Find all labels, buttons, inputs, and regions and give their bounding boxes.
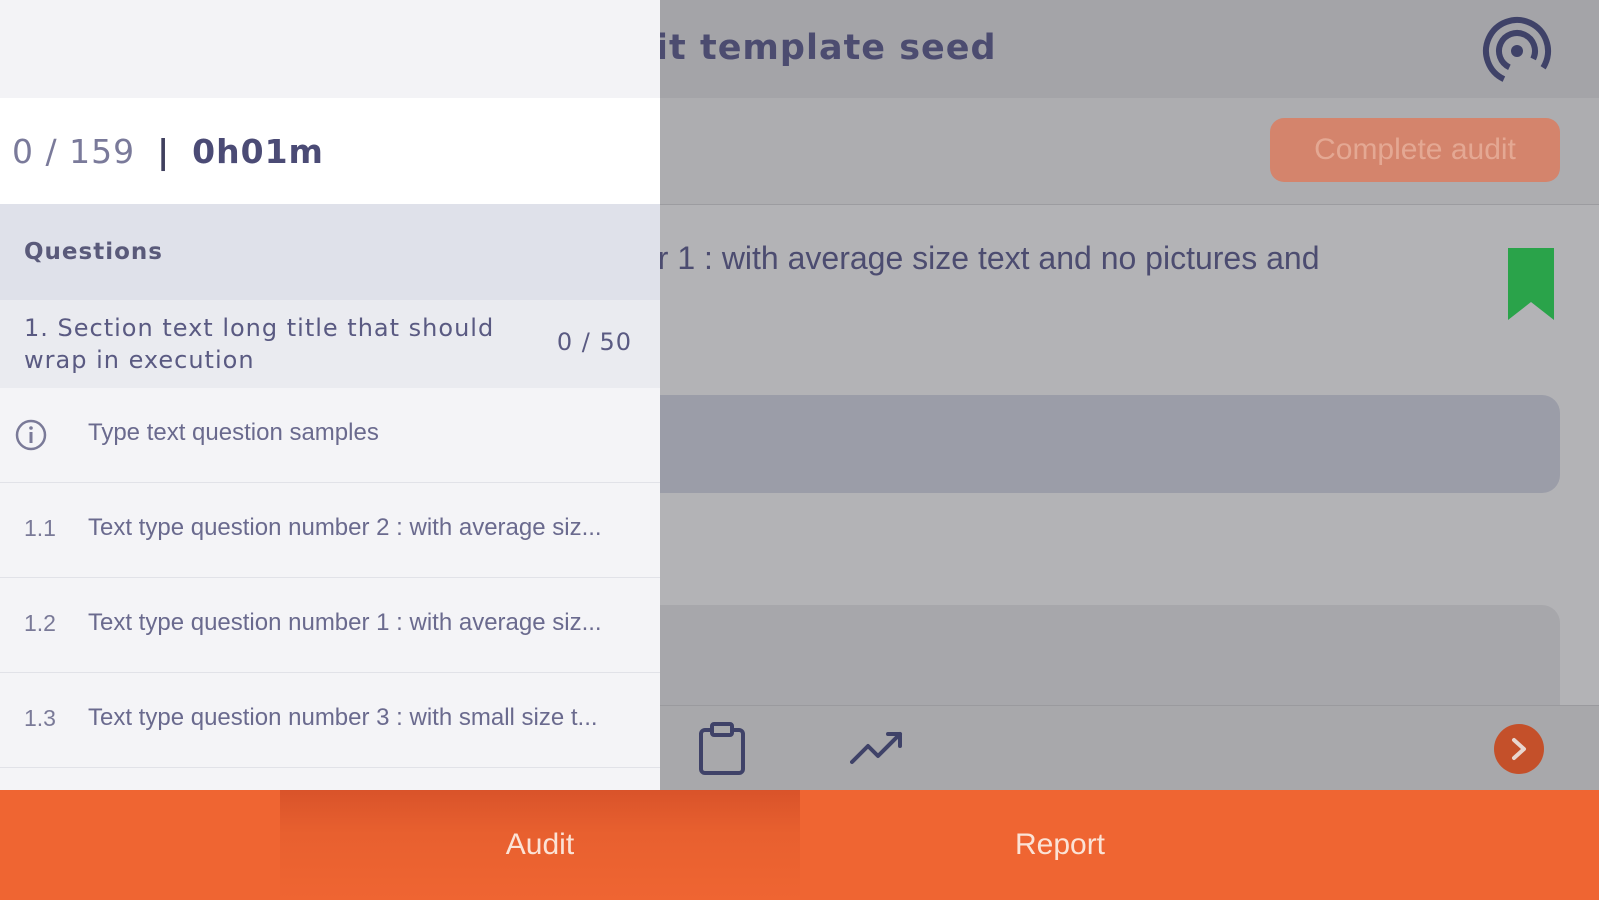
list-item-number: 1.2 bbox=[24, 610, 56, 636]
drawer-header bbox=[0, 0, 660, 98]
questions-header-label: Questions bbox=[24, 239, 163, 265]
list-item-number: 1.1 bbox=[24, 515, 56, 541]
separator: | bbox=[157, 131, 171, 171]
tab-audit[interactable]: Audit bbox=[280, 790, 800, 900]
section-item[interactable]: 1. Section text long title that should w… bbox=[0, 300, 660, 388]
list-item-number: 1.3 bbox=[24, 705, 56, 731]
info-icon bbox=[15, 419, 47, 451]
bottom-tab-bar: Audit Report bbox=[0, 790, 1599, 900]
trending-up-icon[interactable] bbox=[850, 728, 906, 768]
tab-report[interactable]: Report bbox=[800, 790, 1320, 900]
complete-audit-button[interactable]: Complete audit bbox=[1270, 118, 1560, 182]
chevron-right-icon bbox=[1512, 738, 1526, 760]
page-title: dit template seed bbox=[630, 28, 997, 68]
list-item-text: Text type question number 2 : with avera… bbox=[88, 514, 602, 541]
list-item[interactable]: Type text question samples bbox=[0, 388, 660, 483]
answered-count: 0 / 159 bbox=[12, 131, 136, 171]
list-item-text: Text type question number 3 : with small… bbox=[88, 704, 598, 731]
next-question-button[interactable] bbox=[1494, 724, 1544, 774]
audit-progress: 0 / 159 | 0h01m bbox=[0, 98, 660, 204]
bookmark-icon[interactable] bbox=[1508, 248, 1554, 320]
section-title: 1. Section text long title that should w… bbox=[24, 314, 495, 374]
answer-input[interactable] bbox=[640, 395, 1560, 493]
list-item-text: Text type question number 1 : with avera… bbox=[88, 609, 602, 636]
list-item-text: Type text question samples bbox=[88, 419, 379, 446]
questions-drawer: 0 / 159 | 0h01m Questions 1. Section tex… bbox=[0, 0, 660, 790]
clipboard-icon[interactable] bbox=[698, 722, 746, 776]
section-count: 0 / 50 bbox=[556, 328, 632, 356]
list-item[interactable]: 1.2 Text type question number 1 : with a… bbox=[0, 578, 660, 673]
questions-header: Questions bbox=[0, 204, 660, 300]
list-item[interactable]: 1.3 Text type question number 3 : with s… bbox=[0, 673, 660, 768]
question-text: er 1 : with average size text and no pic… bbox=[640, 240, 1320, 276]
elapsed-time: 0h01m bbox=[192, 131, 324, 171]
list-item[interactable]: 1.1 Text type question number 2 : with a… bbox=[0, 483, 660, 578]
broadcast-icon[interactable] bbox=[1480, 16, 1554, 86]
